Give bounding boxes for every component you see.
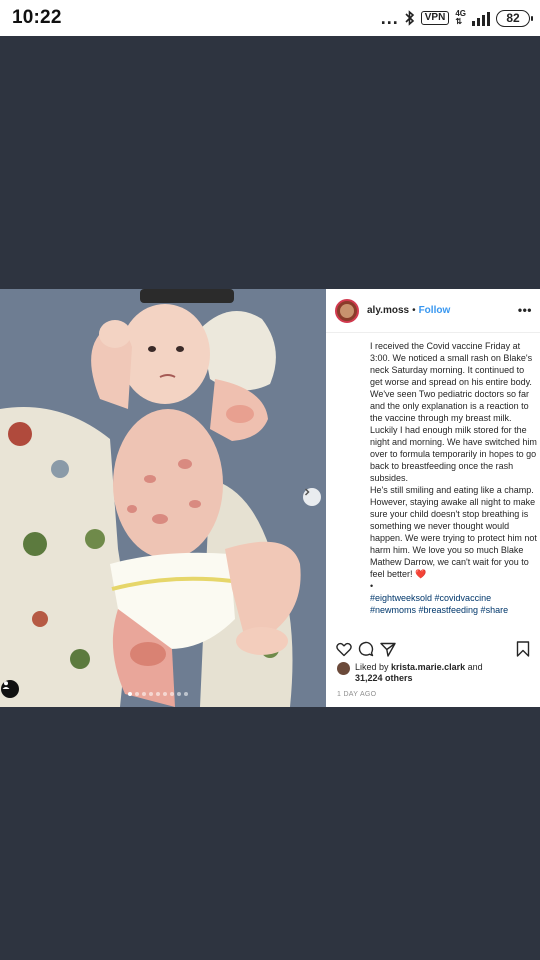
next-image-button[interactable] [303,488,321,506]
caption-paragraph: Luckily I had enough milk stored for the… [370,425,537,483]
comment-icon [358,641,374,657]
carousel-dot [149,692,153,696]
carousel-dot [128,692,132,696]
signal-icon [472,10,490,26]
baby-photo-image [0,289,326,707]
clock: 10:22 [12,7,62,28]
share-button[interactable] [380,642,396,657]
caption-paragraph: However, staying awake all night to make… [370,496,538,580]
carousel-dot [135,692,139,696]
post-actions [336,639,536,659]
liked-by-and: and [467,662,483,672]
bluetooth-icon [405,10,414,26]
carousel-dot [163,692,167,696]
caption-paragraph: He's still smiling and eating like a cha… [370,485,534,495]
carousel-dot [156,692,160,696]
bookmark-icon [516,641,530,657]
data-arrows-icon: ⇅ [455,17,463,26]
person-icon [2,681,10,689]
more-options-icon[interactable]: ••• [518,303,532,317]
post-header: aly.moss • Follow ••• [326,289,540,333]
heart-emoji: ❤️ [415,569,427,579]
battery-level: 82 [506,11,520,25]
likes-text: Liked by krista.marie.clark and 31,224 o… [355,662,483,684]
battery-icon: 82 [496,9,533,27]
liked-by-user-link[interactable]: krista.marie.clark [391,662,465,672]
liker-avatar[interactable] [337,662,350,675]
caption-paragraph: I received the Covid vaccine Friday at 3… [370,341,533,423]
separator-dot: • [412,305,416,316]
likes-count-link[interactable]: 31,224 others [355,673,413,683]
carousel-dot [142,692,146,696]
carousel-dot [184,692,188,696]
follow-button[interactable]: Follow [419,305,451,316]
status-bar: 10:22 ... VPN 4G ⇅ 82 [0,0,540,36]
comment-button[interactable] [358,641,374,657]
post-timestamp[interactable]: 1 DAY AGO [337,691,376,698]
status-icons: ... VPN 4G ⇅ 82 [380,8,533,28]
instagram-post: aly.moss • Follow ••• I received the Cov… [0,289,540,707]
caption-bullet: • [370,581,374,591]
avatar[interactable] [335,298,359,323]
carousel-dot [177,692,181,696]
post-photo[interactable] [0,289,326,707]
save-button[interactable] [516,641,530,657]
heart-icon [336,642,352,656]
like-button[interactable] [336,642,352,657]
username-link[interactable]: aly.moss [367,305,409,316]
post-caption: I received the Covid vaccine Friday at 3… [370,340,538,632]
post-sidebar: aly.moss • Follow ••• I received the Cov… [326,289,540,707]
hashtag-links[interactable]: #eightweeksold #covidvaccine [370,592,538,604]
hashtag-links-more[interactable]: #newmoms #breastfeeding #share [370,604,538,616]
more-notifications-icon: ... [380,8,399,28]
carousel-dots [128,692,188,696]
carousel-dot [170,692,174,696]
network-type: 4G ⇅ [455,10,466,26]
vpn-badge: VPN [420,11,450,25]
liked-by-prefix: Liked by [355,662,389,672]
chevron-right-icon [304,488,310,496]
caption-paragraph-text: However, staying awake all night to make… [370,497,537,579]
tagged-users-button[interactable] [1,680,19,698]
send-icon [380,642,396,657]
likes-summary: Liked by krista.marie.clark and 31,224 o… [337,662,483,684]
